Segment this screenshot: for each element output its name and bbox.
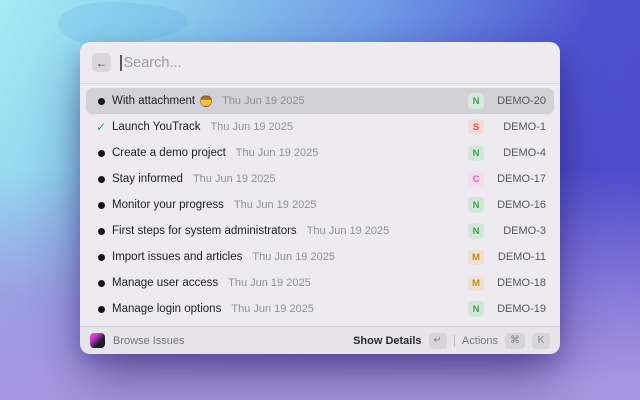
project-avatar-badge: S <box>468 119 484 135</box>
project-avatar-badge: M <box>468 249 484 265</box>
issue-title: Manage login options <box>112 303 221 315</box>
open-status-icon <box>94 228 108 235</box>
project-avatar-badge: N <box>468 145 484 161</box>
issue-row[interactable]: Stay informed Thu Jun 19 2025 C DEMO-17 <box>86 166 554 192</box>
text-caret <box>120 55 122 71</box>
issue-date: Thu Jun 19 2025 <box>210 121 293 133</box>
issue-id: DEMO-3 <box>494 225 546 237</box>
open-status-icon <box>94 254 108 261</box>
issue-list: With attachment Thu Jun 19 2025 N DEMO-2… <box>80 84 560 326</box>
issue-id: DEMO-18 <box>494 277 546 289</box>
back-button[interactable]: ← <box>92 53 111 72</box>
issue-title: Manage user access <box>112 277 218 289</box>
issue-title: Create a demo project <box>112 147 226 159</box>
open-status-icon <box>94 150 108 157</box>
issue-row[interactable]: Create a demo project Thu Jun 19 2025 N … <box>86 140 554 166</box>
open-status-icon <box>94 306 108 313</box>
actions-label[interactable]: Actions <box>462 335 498 347</box>
k-key-icon[interactable]: K <box>532 333 550 349</box>
project-avatar-badge: M <box>468 275 484 291</box>
issue-date: Thu Jun 19 2025 <box>307 225 390 237</box>
project-avatar-badge: N <box>468 301 484 317</box>
open-status-icon <box>94 98 108 105</box>
issue-id: DEMO-16 <box>494 199 546 211</box>
open-status-icon <box>94 280 108 287</box>
wallpaper-artifact <box>58 2 188 44</box>
palette-footer: Browse Issues Show Details ↵ Actions ⌘ K <box>80 326 560 354</box>
issue-row[interactable]: Import issues and articles Thu Jun 19 20… <box>86 244 554 270</box>
project-avatar-badge: N <box>468 223 484 239</box>
issue-id: DEMO-1 <box>494 121 546 133</box>
issue-date: Thu Jun 19 2025 <box>234 199 317 211</box>
issue-date: Thu Jun 19 2025 <box>236 147 319 159</box>
browse-issues-label: Browse Issues <box>113 335 185 347</box>
issue-title: Monitor your progress <box>112 199 224 211</box>
issue-id: DEMO-19 <box>494 303 546 315</box>
issue-title: Import issues and articles <box>112 251 242 263</box>
open-status-icon <box>94 176 108 183</box>
open-status-icon <box>94 202 108 209</box>
issue-row[interactable]: Monitor your progress Thu Jun 19 2025 N … <box>86 192 554 218</box>
search-bar: ← <box>80 42 560 84</box>
issue-id: DEMO-20 <box>494 95 546 107</box>
project-avatar-badge: C <box>468 171 484 187</box>
issue-date: Thu Jun 19 2025 <box>231 303 314 315</box>
issue-date: Thu Jun 19 2025 <box>252 251 335 263</box>
issue-id: DEMO-4 <box>494 147 546 159</box>
cowboy-emoji-icon <box>200 95 212 107</box>
footer-divider <box>454 335 455 347</box>
cmd-key-icon[interactable]: ⌘ <box>505 333 525 349</box>
show-details-label[interactable]: Show Details <box>353 335 421 347</box>
issue-row[interactable]: ✓ Launch YouTrack Thu Jun 19 2025 S DEMO… <box>86 114 554 140</box>
issue-row[interactable]: Manage user access Thu Jun 19 2025 M DEM… <box>86 270 554 296</box>
search-palette-window: ← With attachment Thu Jun 19 2025 N DEMO… <box>80 42 560 352</box>
issue-title: Launch YouTrack <box>112 121 200 133</box>
issue-id: DEMO-17 <box>494 173 546 185</box>
issue-title: With attachment <box>112 95 195 107</box>
issue-row[interactable]: With attachment Thu Jun 19 2025 N DEMO-2… <box>86 88 554 114</box>
project-avatar-badge: N <box>468 93 484 109</box>
issue-date: Thu Jun 19 2025 <box>222 95 305 107</box>
issue-date: Thu Jun 19 2025 <box>228 277 311 289</box>
enter-key-icon[interactable]: ↵ <box>429 333 447 349</box>
issue-title: Stay informed <box>112 173 183 185</box>
issue-row[interactable]: First steps for system administrators Th… <box>86 218 554 244</box>
issue-title: First steps for system administrators <box>112 225 297 237</box>
issue-date: Thu Jun 19 2025 <box>193 173 276 185</box>
issue-row[interactable]: Manage login options Thu Jun 19 2025 N D… <box>86 296 554 322</box>
project-avatar-badge: N <box>468 197 484 213</box>
issue-id: DEMO-11 <box>494 251 546 263</box>
youtrack-logo-icon <box>90 333 105 348</box>
search-input[interactable] <box>124 55 549 71</box>
resolved-check-icon: ✓ <box>94 121 108 133</box>
